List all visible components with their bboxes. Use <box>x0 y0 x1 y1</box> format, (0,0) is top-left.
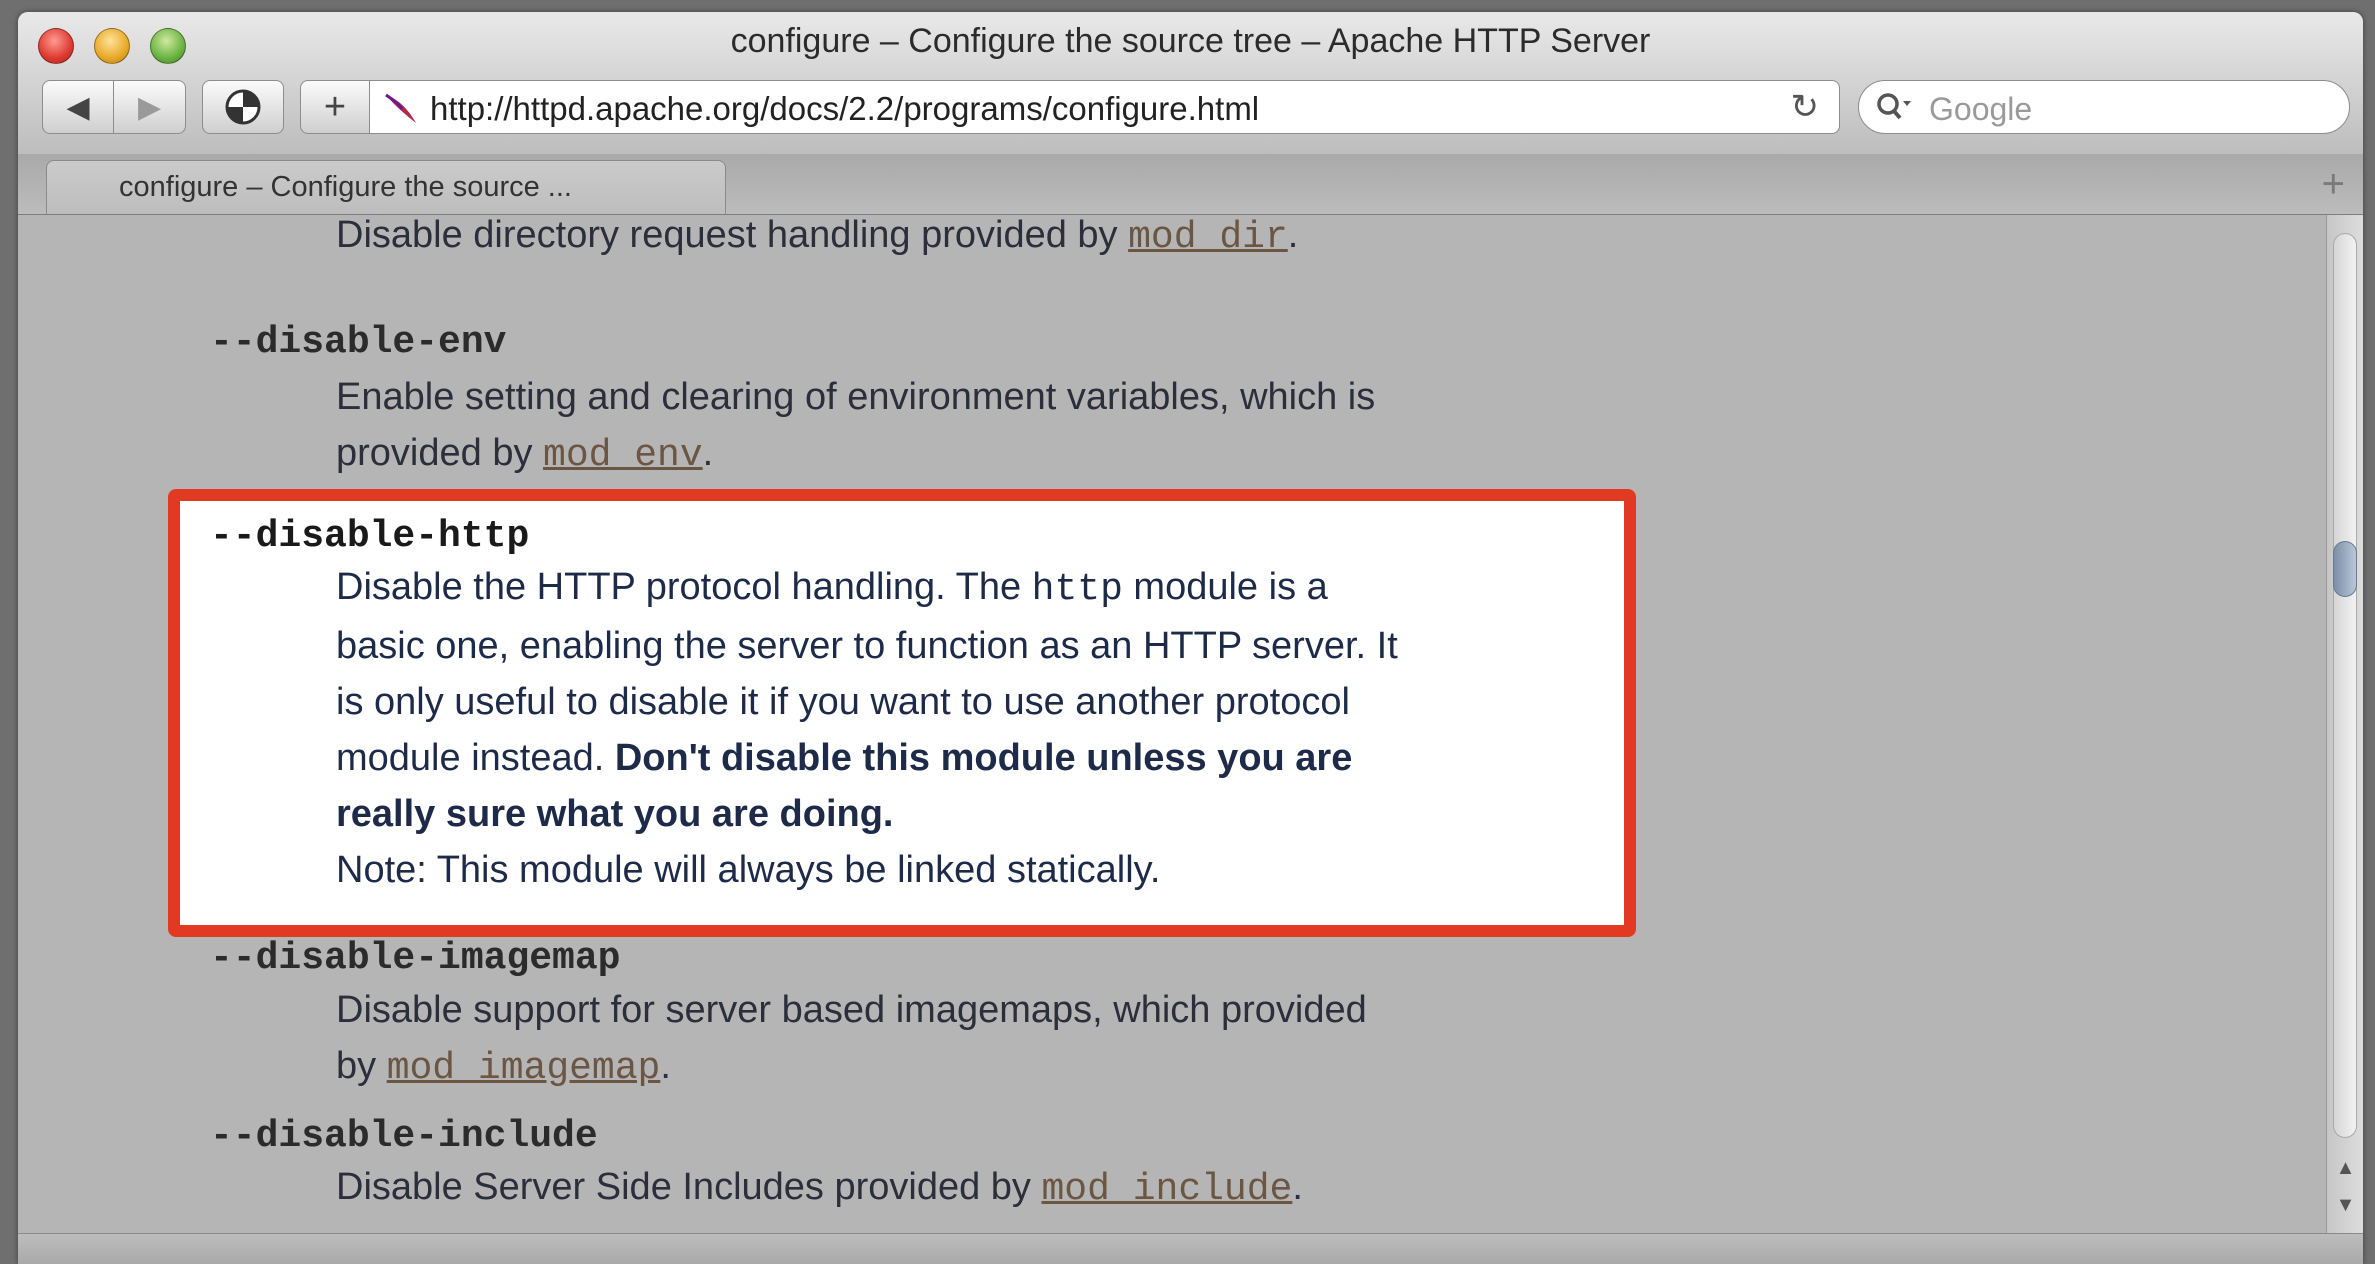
globe-button[interactable] <box>202 80 284 134</box>
globe-icon <box>225 89 261 125</box>
desc-text: module instead. <box>336 737 615 779</box>
back-arrow-icon: ◀ <box>66 90 90 124</box>
page-content: Disable directory request handling provi… <box>18 215 2326 1233</box>
url-text[interactable]: http://httpd.apache.org/docs/2.2/program… <box>430 90 1259 128</box>
desc-line: by mod_imagemap. <box>336 1038 1367 1097</box>
desc-line: Disable the HTTP protocol handling. The … <box>336 559 1636 618</box>
forward-arrow-icon: ▶ <box>137 90 162 124</box>
desc-text: by <box>336 1045 387 1087</box>
tab-bar: configure – Configure the source ... + <box>18 154 2363 215</box>
search-field[interactable]: Google <box>1858 80 2350 134</box>
scroll-up-arrow-icon[interactable]: ▲ <box>2327 1150 2363 1186</box>
code-http: http <box>1031 568 1123 611</box>
desc-text: Disable Server Side Includes provided by <box>336 1166 1042 1208</box>
desc-line: Enable setting and clearing of environme… <box>336 376 1376 418</box>
reload-icon[interactable]: ↻ <box>1791 87 1820 127</box>
desc-line: really sure what you are doing. <box>336 786 1636 842</box>
entry-http-description: Disable the HTTP protocol handling. The … <box>336 559 1636 898</box>
note-line: Note: This module will always be linked … <box>336 849 1161 891</box>
new-tab-icon[interactable]: + <box>2322 162 2345 207</box>
apache-feather-icon <box>385 93 416 123</box>
entry-include-description: Disable Server Side Includes provided by… <box>336 1159 1303 1218</box>
desc-text: module is a <box>1122 566 1328 608</box>
address-bar[interactable]: http://httpd.apache.org/docs/2.2/program… <box>370 80 1840 134</box>
link-mod-imagemap[interactable]: mod_imagemap <box>387 1047 661 1090</box>
link-mod-env[interactable]: mod_env <box>543 434 703 477</box>
back-button[interactable]: ◀ <box>42 80 114 134</box>
warning-text: Don't disable this module unless you are <box>614 737 1353 779</box>
tab-configure[interactable]: configure – Configure the source ... <box>46 160 726 214</box>
desc-text: provided by <box>336 432 544 474</box>
search-icon <box>1877 93 1911 120</box>
entry-imagemap-term: --disable-imagemap <box>210 937 621 980</box>
warning-text: really sure what you are doing. <box>336 793 894 835</box>
desc-text: . <box>1287 215 1299 256</box>
entry-include-term: --disable-include <box>210 1115 598 1158</box>
browser-window: configure – Configure the source tree – … <box>18 12 2363 1264</box>
desc-text: Disable directory request handling provi… <box>336 215 1129 256</box>
desc-text: . <box>660 1045 671 1087</box>
search-placeholder: Google <box>1929 91 2033 127</box>
entry-env-description: Enable setting and clearing of environme… <box>336 369 1375 484</box>
desc-line: basic one, enabling the server to functi… <box>336 625 1398 667</box>
entry-env-term: --disable-env <box>210 321 507 364</box>
window-title: configure – Configure the source tree – … <box>730 22 1651 60</box>
desc-line: provided by mod_env. <box>336 425 1375 484</box>
link-mod-dir[interactable]: mod_dir <box>1128 216 1288 259</box>
entry-dir-description: Disable directory request handling provi… <box>336 215 1298 266</box>
desc-text: . <box>1292 1166 1303 1208</box>
status-bar <box>18 1233 2363 1264</box>
add-bookmark-button[interactable]: + <box>300 80 370 134</box>
plus-icon: + <box>323 85 347 128</box>
vertical-scrollbar[interactable]: ▲ ▼ <box>2326 215 2363 1233</box>
forward-button[interactable]: ▶ <box>114 80 186 134</box>
desc-line: Disable support for server based imagema… <box>336 989 1367 1031</box>
scroll-down-arrow-icon[interactable]: ▼ <box>2327 1187 2363 1223</box>
desc-line: is only useful to disable it if you want… <box>336 681 1350 723</box>
tab-label: configure – Configure the source ... <box>119 171 572 203</box>
scroll-thumb[interactable] <box>2333 541 2357 597</box>
title-bar: configure – Configure the source tree – … <box>18 12 2363 155</box>
desc-text: Disable the HTTP protocol handling. The <box>336 566 1032 608</box>
desc-text: . <box>702 432 714 474</box>
entry-imagemap-description: Disable support for server based imagema… <box>336 982 1367 1097</box>
highlight-box: --disable-http Disable the HTTP protocol… <box>168 489 1636 937</box>
entry-http-term: --disable-http <box>210 515 530 558</box>
link-mod-include[interactable]: mod_include <box>1042 1168 1293 1211</box>
desc-line: module instead. Don't disable this modul… <box>336 730 1636 786</box>
scroll-track[interactable] <box>2333 233 2357 1138</box>
